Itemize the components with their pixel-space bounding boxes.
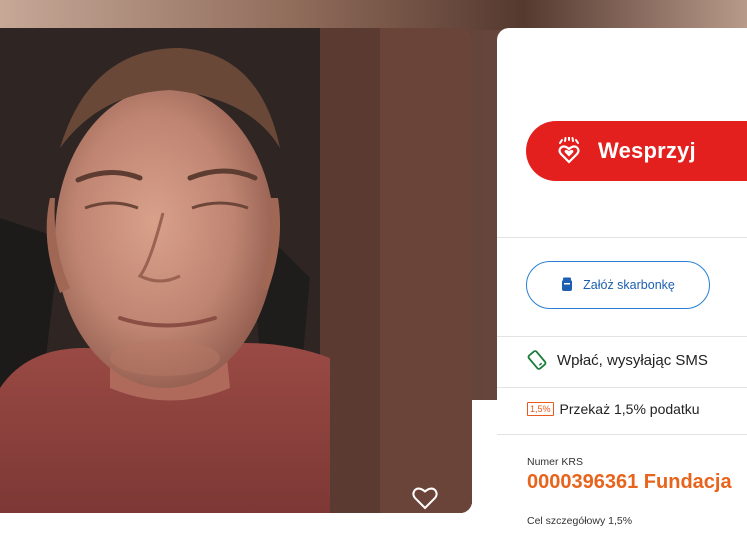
krs-value[interactable]: 0000396361 Fundacja [527, 471, 732, 494]
divider [497, 336, 747, 337]
backdrop-top-strip [0, 0, 747, 30]
divider [497, 237, 747, 238]
create-piggybank-label: Załóż skarbonkę [583, 278, 675, 292]
fundraiser-photo [0, 28, 472, 513]
favorite-button[interactable] [412, 486, 446, 513]
divider [497, 387, 747, 388]
donation-panel: Wesprzyj Załóż skarbonkę Wpłać, wysyłają… [497, 28, 747, 548]
heart-hands-icon [554, 136, 584, 166]
support-button[interactable]: Wesprzyj [526, 121, 747, 181]
tax-badge: 1,5% [527, 402, 554, 416]
tax-donation-row[interactable]: 1,5% Przekaż 1,5% podatku [527, 401, 700, 417]
goal-label: Cel szczegółowy 1,5% [527, 515, 633, 527]
support-button-label: Wesprzyj [598, 138, 696, 163]
phone-icon [527, 350, 547, 370]
sms-donation-label: Wpłać, wysyłając SMS [557, 351, 708, 369]
divider [497, 434, 747, 435]
fundraiser-photo-card[interactable] [0, 28, 472, 513]
jar-icon [561, 277, 575, 293]
tax-donation-label: Przekaż 1,5% podatku [559, 401, 700, 417]
create-piggybank-button[interactable]: Załóż skarbonkę [526, 261, 710, 309]
sms-donation-row[interactable]: Wpłać, wysyłając SMS [527, 350, 708, 370]
krs-label: Numer KRS [527, 456, 584, 468]
heart-outline-icon [412, 487, 438, 510]
